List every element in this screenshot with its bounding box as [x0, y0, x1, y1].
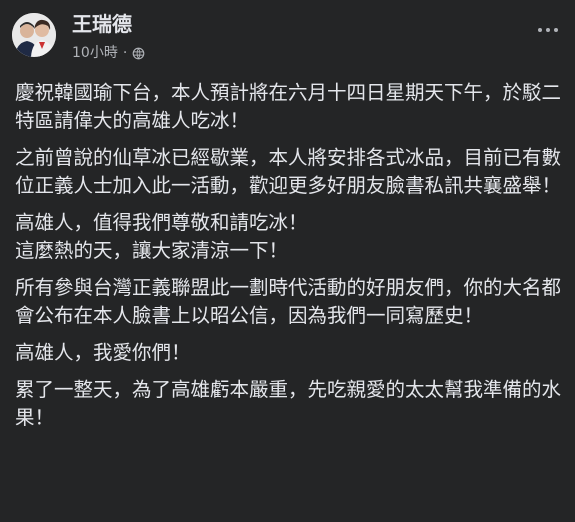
post-paragraph: 之前曾說的仙草冰已經歇業，本人將安排各式冰品，目前已有數位正義人士加入此一活動，… [15, 146, 562, 197]
more-options-icon[interactable] [533, 18, 563, 42]
meta-separator: · [122, 45, 128, 61]
post-paragraph: 所有參與台灣正義聯盟此一劃時代活動的好朋友們，你的大名都會公布在本人臉書上以昭公… [15, 276, 562, 327]
globe-icon[interactable] [132, 47, 145, 60]
author-name[interactable]: 王瑞德 [72, 12, 132, 36]
avatar-photo [12, 13, 56, 57]
facebook-post: 王瑞德 10小時 · 慶祝韓國瑜下台，本人預計將在六月十四日星期天下午，於駁二特… [0, 0, 575, 522]
post-paragraph: 累了一整天，為了高雄虧本嚴重，先吃親愛的太太幫我準備的水果！ [15, 378, 562, 429]
post-paragraph: 高雄人，我愛你們！ [15, 341, 191, 364]
post-content: 慶祝韓國瑜下台，本人預計將在六月十四日星期天下午，於駁二特區請偉大的高雄人吃冰！… [15, 79, 561, 441]
avatar[interactable] [12, 13, 56, 57]
timestamp[interactable]: 10小時 [72, 44, 118, 62]
post-meta: 10小時 · [72, 44, 145, 62]
post-paragraph: 高雄人，值得我們尊敬和請吃冰！ 這麼熱的天，讓大家清涼一下！ [15, 211, 308, 262]
post-header: 王瑞德 10小時 · [12, 8, 563, 64]
post-paragraph: 慶祝韓國瑜下台，本人預計將在六月十四日星期天下午，於駁二特區請偉大的高雄人吃冰！ [15, 81, 562, 132]
